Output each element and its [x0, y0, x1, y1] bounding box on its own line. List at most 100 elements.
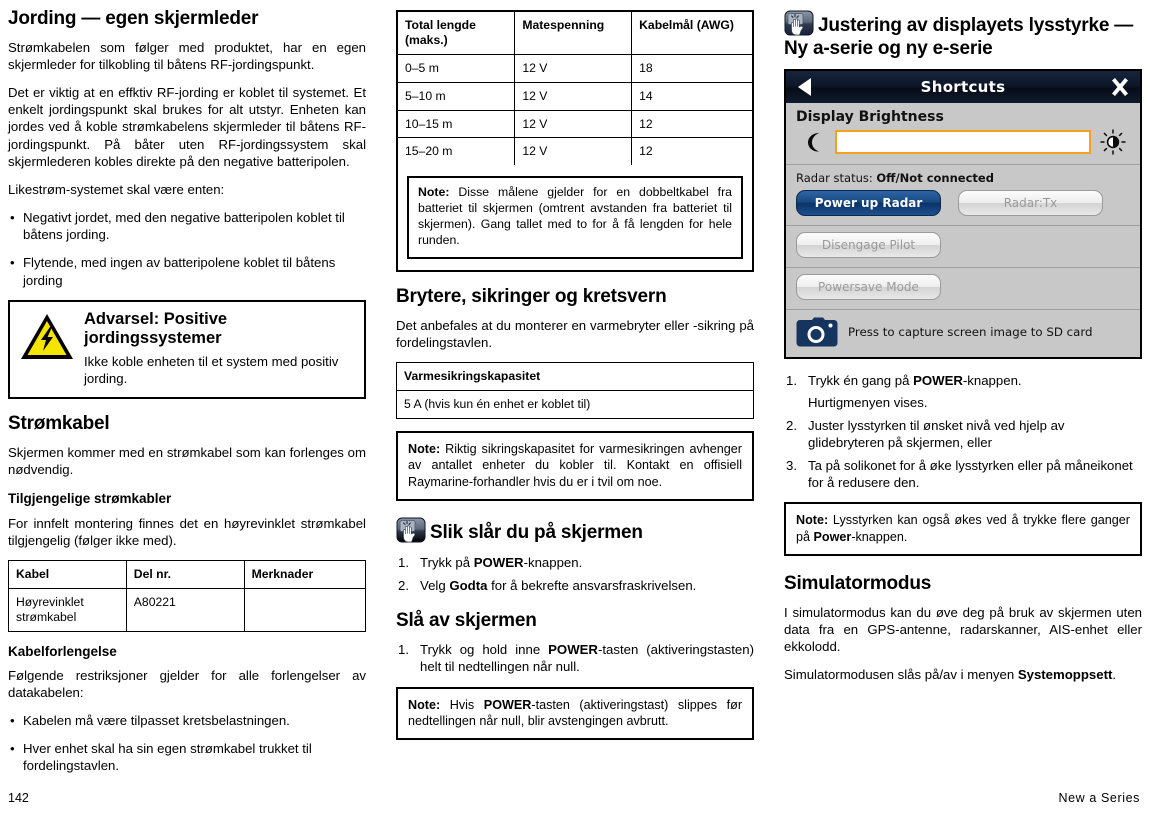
list-item: Trykk og hold inne POWER-tasten (aktiver… — [396, 641, 754, 676]
page-number: 142 — [8, 791, 29, 805]
pilot-button-row: Disengage Pilot — [796, 231, 1130, 258]
heading-slik-slar-du-pa: Slik slår du på skjermen — [396, 515, 754, 545]
radar-button-row: Power up Radar Radar:Tx — [796, 189, 1130, 216]
list-item: Flytende, med ingen av batteripolene kob… — [8, 254, 366, 288]
table-cell: 14 — [631, 81, 752, 111]
paragraph-simulator-2: Simulatormodusen slås på/av i menyen Sys… — [784, 666, 1142, 683]
page-title: Jording — egen skjermleder — [8, 8, 259, 29]
powersave-mode-button[interactable]: Powersave Mode — [796, 273, 941, 300]
table-header-row: Kabel Del nr. Merknader — [8, 559, 367, 589]
table-cell — [243, 587, 367, 632]
list-item: Juster lysstyrken til ønsket nivå ved hj… — [784, 417, 1142, 452]
sun-icon[interactable] — [1100, 129, 1126, 155]
note-text-bold: Power — [813, 529, 852, 544]
list-item: Velg Godta for å bekrefte ansvarsfraskri… — [396, 577, 754, 595]
table-cell: A80221 — [125, 587, 245, 632]
paragraph-simulator-1: I simulatormodus kan du øve deg på bruk … — [784, 604, 1142, 655]
list-item: Trykk på POWER-knappen. — [396, 554, 754, 572]
note-label: Note: — [408, 697, 441, 712]
device-screenshot-shortcuts: Shortcuts Display Brightness Radar statu… — [784, 68, 1142, 359]
table-cell: 12 V — [514, 137, 633, 166]
table-row: Høyrevinklet strømkabel A80221 — [8, 587, 367, 632]
heading-brytere: Brytere, sikringer og kretsvern — [396, 286, 667, 308]
table-cell: 12 V — [514, 81, 633, 111]
list-item: Kabelen må være tilpasset kretsbelastnin… — [8, 712, 366, 729]
paragraph-grounding-3: Likestrøm-systemet skal være enten: — [8, 181, 225, 197]
step-text-post: -knappen. — [962, 372, 1022, 388]
radar-tx-button[interactable]: Radar:Tx — [958, 189, 1103, 216]
brightness-slider[interactable] — [835, 129, 1091, 154]
note-box-brightness: Note: Lysstyrken kan også økes ved å try… — [784, 502, 1142, 557]
warning-box: Advarsel: Positive jordingssystemer Ikke… — [8, 299, 366, 400]
brightness-row — [796, 129, 1130, 155]
powersave-button-row: Powersave Mode — [796, 273, 1130, 300]
note-box-power-off: Note: Hvis POWER-tasten (aktiveringstast… — [396, 686, 754, 741]
step-text-pre: Trykk og hold inne — [420, 641, 549, 657]
radar-status: Radar status: Off/Not connected — [796, 171, 1130, 185]
step-substep: Hurtigmenyen vises. — [808, 395, 928, 411]
step-text-bold: POWER — [548, 641, 598, 657]
close-x-icon[interactable] — [1109, 76, 1131, 98]
heading-sla-av-skjermen: Slå av skjermen — [396, 610, 537, 632]
paragraph-text-bold: Systemoppsett — [1017, 667, 1113, 683]
cable-length-table-wrapper: Total lengde (maks.) Matespenning Kabelm… — [396, 10, 754, 273]
paragraph-grounding-1: Strømkabelen som følger med produktet, h… — [8, 39, 366, 72]
paragraph-varmebryter: Det anbefales at du monterer en varmebry… — [396, 318, 754, 351]
note-text-post: -knappen. — [851, 529, 908, 544]
capture-text: Press to capture screen image to SD card — [848, 324, 1093, 339]
table-row: 5 A (hvis kun én enhet er koblet til) — [396, 390, 754, 420]
warning-triangle-icon — [19, 312, 75, 362]
touch-key-icon — [396, 515, 426, 545]
warning-title: Advarsel: Positive jordingssystemer — [84, 309, 228, 347]
cable-length-table: Total lengde (maks.) Matespenning Kabelm… — [398, 12, 752, 166]
step-text-bold: POWER — [473, 555, 524, 571]
step-text-post: for å bekrefte ansvarsfraskrivelsen. — [487, 577, 697, 593]
step-text-pre: Ta på solikonet for å øke lysstyrken ell… — [808, 457, 1133, 490]
heading-stromkabel: Strømkabel — [8, 413, 110, 435]
steps-power-off: Trykk og hold inne POWER-tasten (aktiver… — [396, 641, 754, 676]
moon-icon[interactable] — [800, 129, 826, 155]
heading-text: Slik slår du på skjermen — [430, 522, 643, 544]
subheading-kabelforlengelse: Kabelforlengelse — [8, 643, 117, 659]
device-titlebar: Shortcuts — [786, 70, 1140, 103]
step-text-bold: Godta — [449, 577, 488, 593]
table-cell: 0–5 m — [398, 53, 516, 83]
list-item: Hver enhet skal ha sin egen strømkabel t… — [8, 740, 366, 774]
power-up-radar-button[interactable]: Power up Radar — [796, 189, 941, 216]
device-title: Shortcuts — [920, 77, 1006, 96]
document-name: New a Series — [1058, 791, 1140, 805]
heading-text: Justering av displayets lysstyrke — Ny a… — [784, 15, 1134, 59]
note-text: Disse målene gjelder for en dobbeltkabel… — [418, 185, 732, 248]
brightness-label: Display Brightness — [796, 108, 944, 125]
disengage-pilot-button[interactable]: Disengage Pilot — [796, 231, 941, 258]
column-header: Merknader — [243, 559, 367, 589]
list-item: Trykk én gang på POWER-knappen. Hurtigmen… — [784, 372, 1142, 412]
bullet-list-dc-system: Negativt jordet, med den negative batter… — [8, 209, 366, 289]
touch-key-icon — [784, 8, 814, 38]
column-header: Matespenning — [514, 12, 633, 55]
warning-body: Ikke koble enheten til et system med pos… — [84, 353, 339, 387]
radar-status-value: Off/Not connected — [876, 170, 994, 185]
heading-simulatormodus: Simulatormodus — [784, 573, 932, 595]
powersave-section: Powersave Mode — [786, 268, 1140, 310]
table-cell: 12 V — [514, 53, 633, 83]
step-text-post: -knappen. — [523, 555, 583, 571]
column-header: Kabelmål (AWG) — [631, 12, 752, 55]
heading-justering-lysstyrke: Justering av displayets lysstyrke — Ny a… — [784, 8, 1142, 60]
column-header: Varmesikringskapasitet — [396, 362, 754, 392]
paragraph-grounding-2: Det er viktig at en effktiv RF-jording e… — [8, 85, 366, 169]
step-text-pre: Juster lysstyrken til ønsket nivå ved hj… — [808, 417, 1065, 451]
table-header-row: Varmesikringskapasitet — [396, 362, 754, 392]
screen-capture-section[interactable]: Press to capture screen image to SD card — [786, 310, 1140, 357]
list-item: Ta på solikonet for å øke lysstyrken ell… — [784, 457, 1142, 492]
fuse-rating-table: Varmesikringskapasitet 5 A (hvis kun én … — [396, 362, 754, 420]
note-text: Riktig sikringskapasitet for varmesikrin… — [408, 442, 742, 489]
camera-icon[interactable] — [796, 316, 838, 348]
steps-brightness: Trykk én gang på POWER-knappen. Hurtigmen… — [784, 372, 1142, 492]
column-header: Kabel — [8, 559, 127, 589]
column-middle: Total lengde (maks.) Matespenning Kabelm… — [396, 8, 754, 754]
paragraph-text-post: . — [1112, 667, 1117, 683]
chevron-left-icon[interactable] — [795, 76, 817, 98]
note-text-bold: POWER — [483, 697, 532, 712]
table-cell: 12 — [631, 137, 752, 166]
